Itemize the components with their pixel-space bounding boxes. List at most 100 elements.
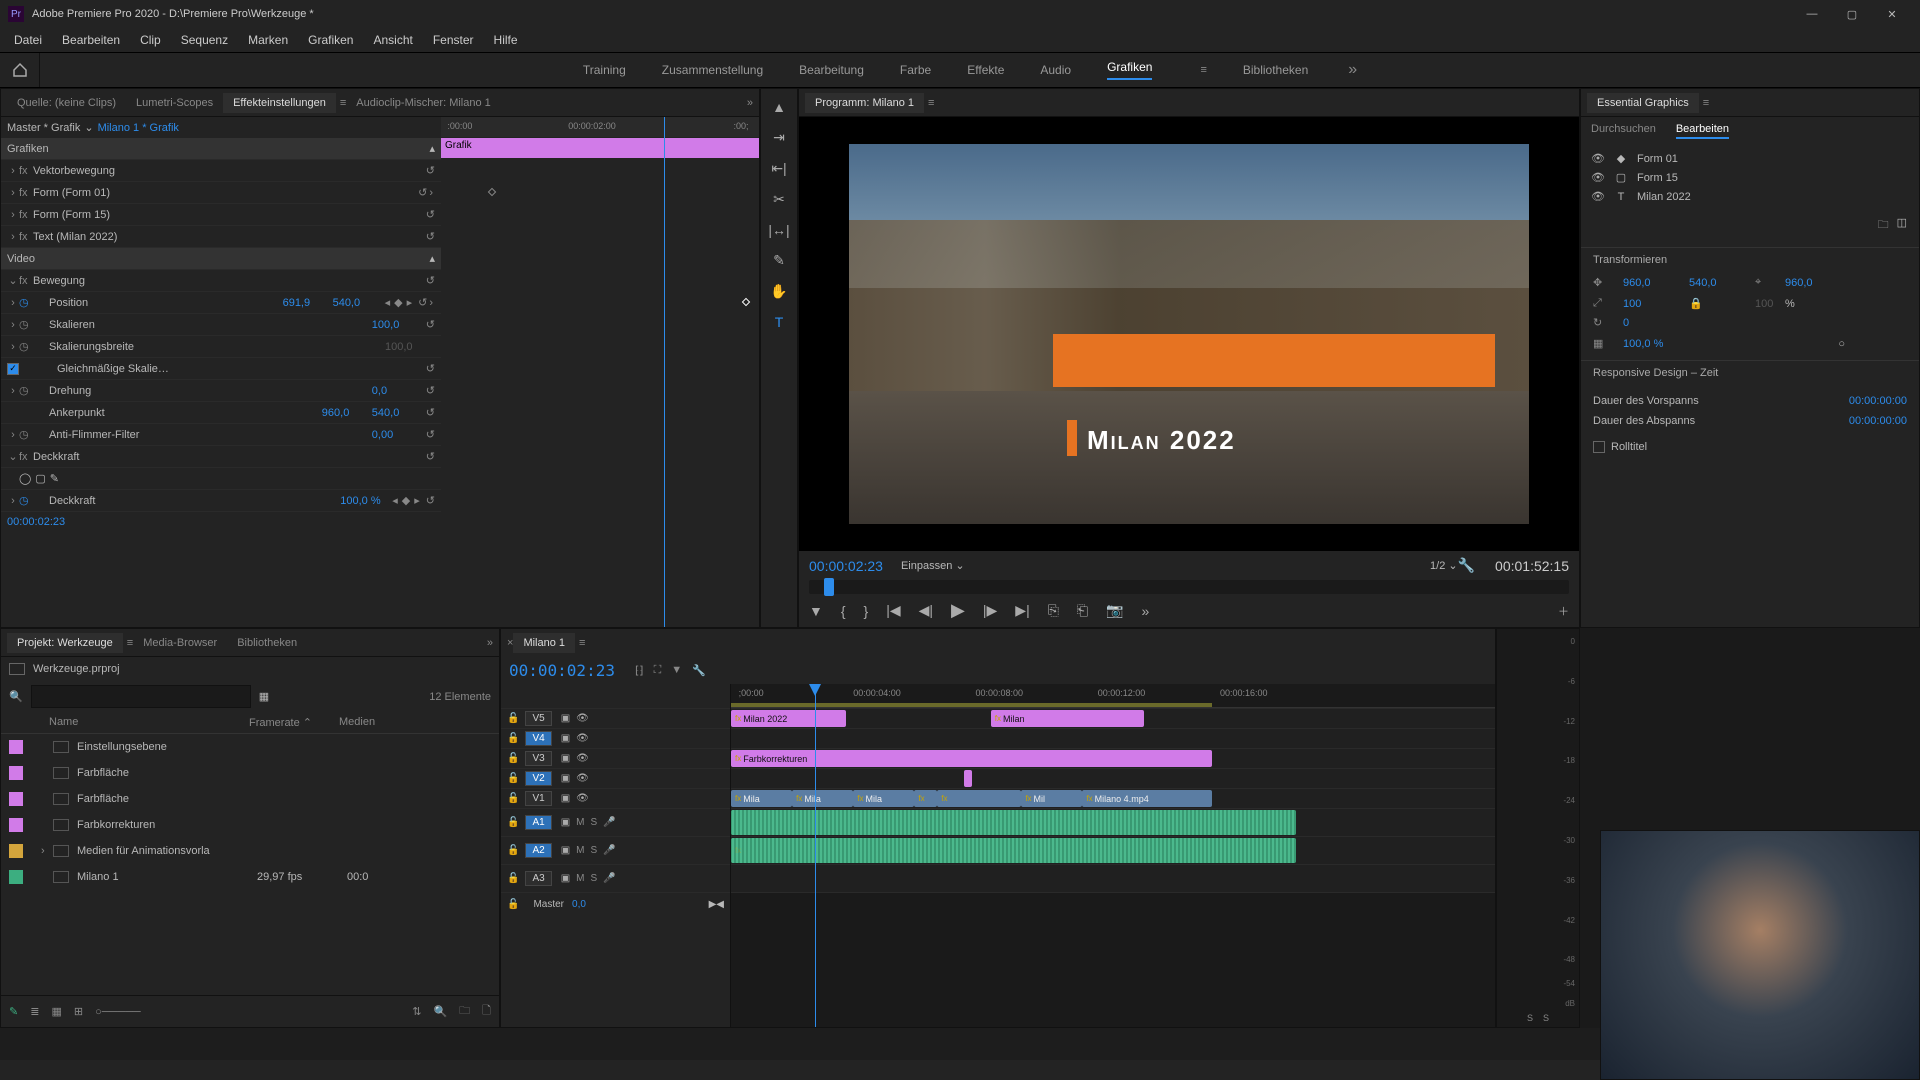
work-area-bar[interactable] xyxy=(731,703,1212,707)
mute-button[interactable]: M xyxy=(576,873,584,884)
solo-left[interactable]: S xyxy=(1527,1013,1533,1023)
reset-icon[interactable]: ↺ xyxy=(426,384,435,397)
clip-v1-4[interactable]: fx xyxy=(937,790,1021,807)
roll-checkbox[interactable] xyxy=(1593,441,1605,453)
timeline-canvas[interactable]: ;00:00 00:00:04:00 00:00:08:00 00:00:12:… xyxy=(731,684,1495,1027)
go-next-icon[interactable]: ▶◀ xyxy=(709,899,724,910)
clip-v1-6[interactable]: fxMilano 4.mp4 xyxy=(1082,790,1212,807)
menu-sequenz[interactable]: Sequenz xyxy=(171,29,238,51)
home-button[interactable] xyxy=(0,53,40,87)
clip-farbkorrekturen[interactable]: fxFarbkorrekturen xyxy=(731,750,1212,767)
new-bin-button[interactable]: 🗀 xyxy=(459,1002,470,1021)
add-marker-icon[interactable]: ▼ xyxy=(671,664,682,677)
eye-icon[interactable]: 👁 xyxy=(576,713,589,724)
hand-tool[interactable]: ✋ xyxy=(770,283,787,300)
transform-anchor-x[interactable]: 960,0 xyxy=(1785,277,1845,289)
ws-training[interactable]: Training xyxy=(583,63,626,77)
project-item[interactable]: Farbfläche xyxy=(1,760,499,786)
project-item[interactable]: Einstellungsebene xyxy=(1,734,499,760)
voiceover-icon[interactable]: 🎤 xyxy=(603,817,615,828)
program-tab[interactable]: Programm: Milano 1 xyxy=(805,93,924,113)
reset-icon[interactable]: ↺ xyxy=(426,164,435,177)
clip-v1-3[interactable]: fx xyxy=(914,790,937,807)
eye-icon[interactable]: 👁 xyxy=(1591,171,1605,184)
opacity-slider-knob[interactable]: ○ xyxy=(1785,338,1845,350)
tab-bibliotheken[interactable]: Bibliotheken xyxy=(227,633,307,653)
new-item-icon[interactable]: ✎ xyxy=(9,1005,18,1018)
go-to-in-button[interactable]: |◀ xyxy=(886,602,900,619)
razor-tool[interactable]: ✂ xyxy=(773,191,785,208)
solo-button[interactable]: S xyxy=(590,817,597,828)
ess-tab-durchsuchen[interactable]: Durchsuchen xyxy=(1591,123,1656,139)
mask-rect-icon[interactable]: ▢ xyxy=(35,472,45,485)
stopwatch-icon[interactable]: ◷ xyxy=(19,318,33,331)
pos-x[interactable]: 691,9 xyxy=(283,297,333,309)
chevron-down-icon[interactable]: ⌄ xyxy=(84,121,93,134)
mute-button[interactable]: M xyxy=(576,817,584,828)
tab-projekt[interactable]: Projekt: Werkzeuge xyxy=(7,633,123,653)
close-button[interactable]: ✕ xyxy=(1872,8,1912,21)
transform-rot[interactable]: 0 xyxy=(1623,317,1683,329)
button-editor-plus[interactable]: ＋ xyxy=(1558,603,1569,619)
new-layer-icon[interactable]: 🗀 xyxy=(1878,216,1889,235)
twisty-icon[interactable]: › xyxy=(7,187,19,199)
ws-bibliotheken[interactable]: Bibliotheken xyxy=(1243,63,1308,77)
scale-v[interactable]: 100,0 xyxy=(372,319,422,331)
twisty-icon[interactable]: › xyxy=(7,165,19,177)
search-input[interactable] xyxy=(31,685,251,708)
timeline-ruler[interactable]: ;00:00 00:00:04:00 00:00:08:00 00:00:12:… xyxy=(731,684,1495,708)
ec-grafik-bar[interactable]: Grafik xyxy=(441,138,759,158)
menu-fenster[interactable]: Fenster xyxy=(423,29,484,51)
menu-marken[interactable]: Marken xyxy=(238,29,298,51)
timeline-timecode[interactable]: 00:00:02:23 xyxy=(509,661,615,680)
ess-layer-form01[interactable]: 👁◆Form 01 xyxy=(1581,149,1919,168)
reset-icon[interactable]: ↺ xyxy=(426,274,435,287)
voiceover-icon[interactable]: 🎤 xyxy=(603,845,615,856)
toggle-output-icon[interactable]: ▣ xyxy=(561,793,570,804)
hamburger-icon[interactable]: ≡ xyxy=(579,637,585,649)
transform-pos-y[interactable]: 540,0 xyxy=(1689,277,1749,289)
solo-right[interactable]: S xyxy=(1543,1013,1549,1023)
snap-icon[interactable]: ⁅⁆ xyxy=(635,664,644,677)
menu-datei[interactable]: Datei xyxy=(4,29,52,51)
fx-badge-icon[interactable]: fx xyxy=(19,451,33,463)
label-color-swatch[interactable] xyxy=(9,870,23,884)
antiflimmer-v[interactable]: 0,00 xyxy=(372,429,422,441)
icon-view-icon[interactable]: ▦ xyxy=(51,1005,61,1018)
eye-icon[interactable]: 👁 xyxy=(576,733,589,744)
stopwatch-icon[interactable]: ◷ xyxy=(19,296,33,309)
eye-icon[interactable]: 👁 xyxy=(1591,190,1605,203)
new-bin-icon[interactable]: ▦ xyxy=(259,690,269,703)
linked-selection-icon[interactable]: ⛶ xyxy=(654,664,662,677)
collapse-icon[interactable]: ▴ xyxy=(429,252,435,265)
anchor-x[interactable]: 960,0 xyxy=(322,407,372,419)
label-color-swatch[interactable] xyxy=(9,792,23,806)
zoom-fit-dropdown[interactable]: Einpassen ⌄ xyxy=(901,559,965,572)
tab-overflow[interactable]: » xyxy=(747,97,753,109)
twisty-icon[interactable]: ⌄ xyxy=(7,450,19,463)
tab-quelle[interactable]: Quelle: (keine Clips) xyxy=(7,93,126,113)
clip-milan[interactable]: fxMilan xyxy=(991,710,1144,727)
reset-icon[interactable]: ↺ xyxy=(426,318,435,331)
track-head-v2[interactable]: 🔓V2▣👁 xyxy=(501,768,730,788)
menu-grafiken[interactable]: Grafiken xyxy=(298,29,363,51)
label-color-swatch[interactable] xyxy=(9,844,23,858)
intro-value[interactable]: 00:00:00:00 xyxy=(1849,395,1907,407)
add-kf-icon[interactable]: ◆ xyxy=(402,494,410,507)
mask-pen-icon[interactable]: ✎ xyxy=(50,472,59,485)
ws-effekte[interactable]: Effekte xyxy=(967,63,1004,77)
lock-icon[interactable]: 🔒 xyxy=(1689,297,1749,310)
lock-icon[interactable]: 🔓 xyxy=(507,793,519,804)
fx-badge-icon[interactable]: fx xyxy=(19,209,33,221)
col-framerate[interactable]: Framerate ⌃ xyxy=(249,716,339,729)
clip-v1-1[interactable]: fxMila xyxy=(792,790,853,807)
menu-bearbeiten[interactable]: Bearbeiten xyxy=(52,29,130,51)
label-color-swatch[interactable] xyxy=(9,818,23,832)
ec-master[interactable]: Master * Grafik xyxy=(7,122,80,134)
ws-grafiken-menu[interactable]: ≡ xyxy=(1200,64,1206,76)
program-timecode-right[interactable]: 00:01:52:15 xyxy=(1495,558,1569,574)
pos-y[interactable]: 540,0 xyxy=(333,297,383,309)
ws-audio[interactable]: Audio xyxy=(1040,63,1071,77)
rot-v[interactable]: 0,0 xyxy=(372,385,422,397)
project-item[interactable]: Farbkorrekturen xyxy=(1,812,499,838)
